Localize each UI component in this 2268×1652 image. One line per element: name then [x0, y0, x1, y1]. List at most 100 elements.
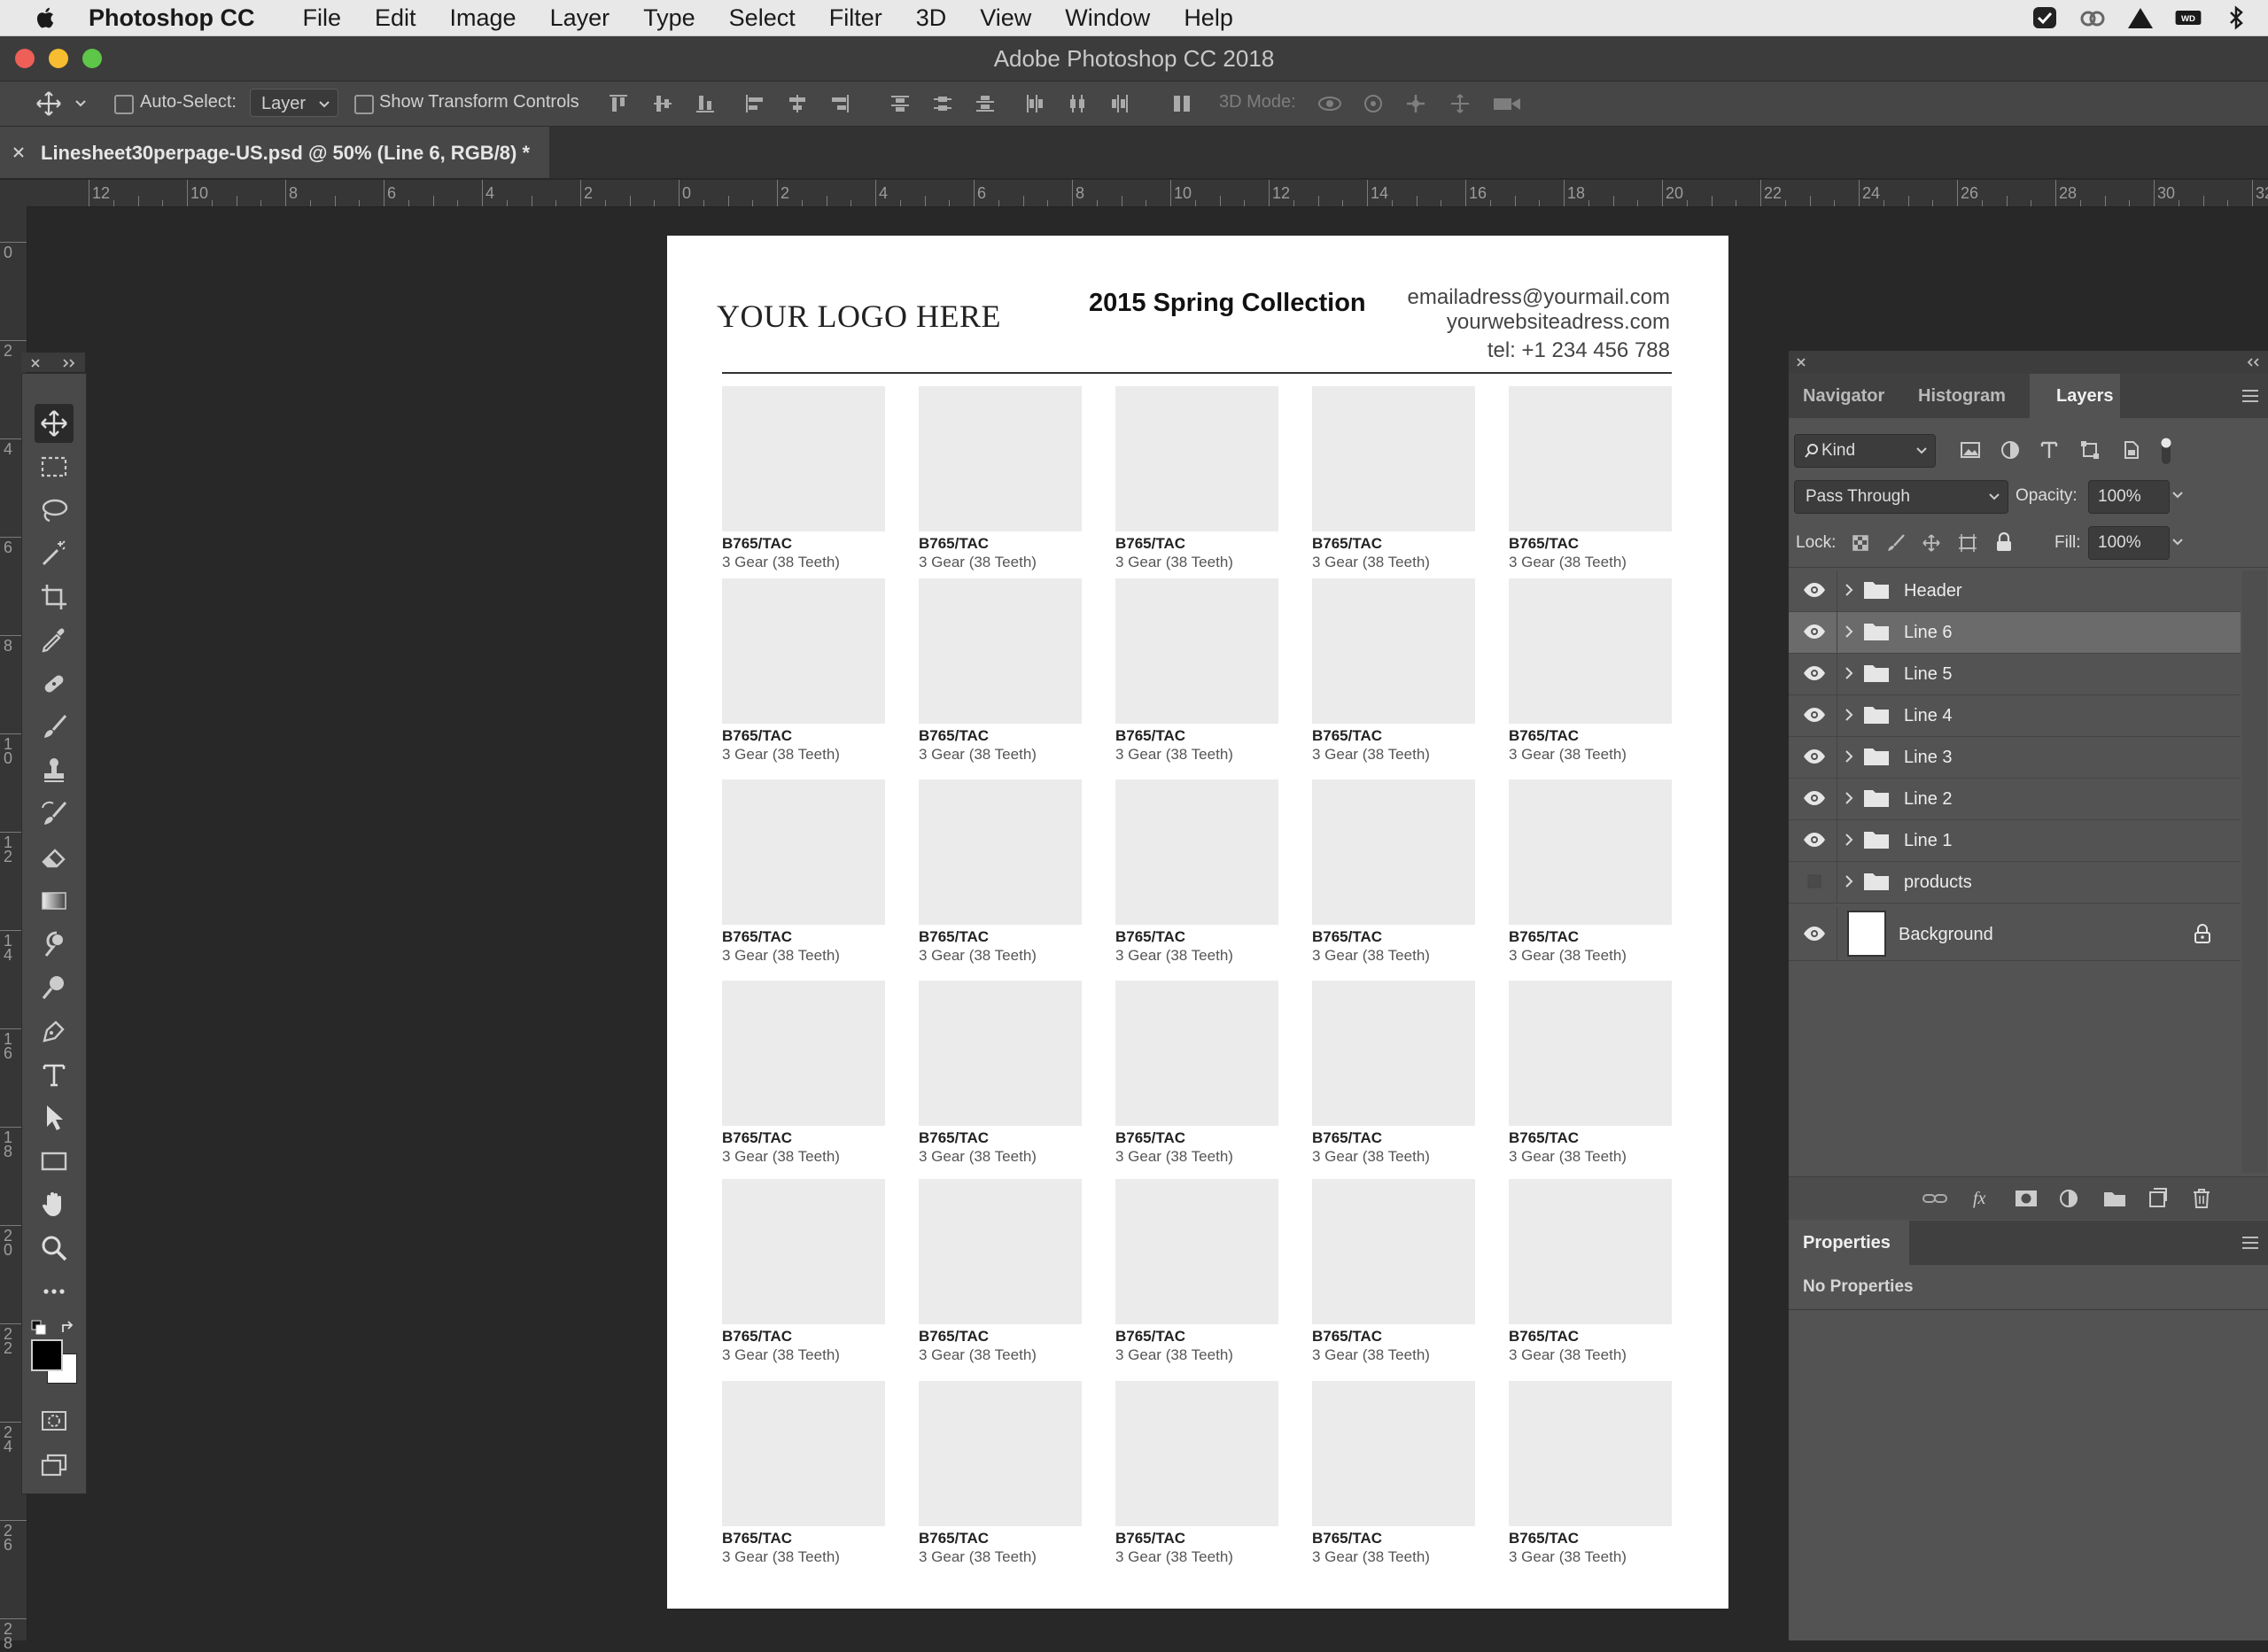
healing-brush-tool[interactable]	[35, 664, 74, 703]
eyedropper-tool[interactable]	[35, 621, 74, 660]
layer-row[interactable]: Line 3	[1789, 737, 2241, 779]
expand-group-toggle[interactable]	[1844, 748, 1854, 764]
link-layers-icon[interactable]	[1922, 1188, 1948, 1209]
rectangular-marquee-tool[interactable]	[35, 447, 74, 486]
move-tool-preset-icon[interactable]	[35, 90, 62, 117]
opacity-chevron-icon[interactable]	[2171, 491, 2184, 500]
filter-adjustment-icon[interactable]	[2000, 439, 2021, 461]
menu-edit[interactable]: Edit	[375, 4, 416, 32]
layer-row[interactable]: Line 4	[1789, 695, 2241, 737]
tab-properties[interactable]: Properties	[1789, 1221, 1909, 1265]
pen-tool[interactable]	[35, 1012, 74, 1051]
menu-window[interactable]: Window	[1065, 4, 1150, 32]
bluetooth-icon[interactable]	[2222, 4, 2250, 31]
lasso-tool[interactable]	[35, 491, 74, 530]
crop-tool[interactable]	[35, 578, 74, 617]
expand-group-toggle[interactable]	[1844, 624, 1854, 640]
distribute-bottom-edges-icon[interactable]	[975, 93, 996, 114]
menu-app-name[interactable]: Photoshop CC	[89, 4, 254, 32]
distribute-horizontal-centers-icon[interactable]	[1067, 93, 1088, 114]
swap-colors-icon[interactable]	[59, 1320, 77, 1336]
menu-select[interactable]: Select	[729, 4, 796, 32]
layer-visibility-toggle[interactable]	[1803, 789, 1826, 807]
distribute-top-edges-icon[interactable]	[889, 93, 911, 114]
rectangle-tool[interactable]	[35, 1142, 74, 1181]
layer-visibility-toggle[interactable]	[1803, 748, 1826, 765]
filter-type-icon[interactable]	[2039, 439, 2060, 461]
warning-triangle-icon[interactable]	[2126, 4, 2155, 31]
align-left-edges-icon[interactable]	[744, 93, 765, 114]
layer-filter-dropdown[interactable]: Kind	[1794, 434, 1936, 468]
brush-tool[interactable]	[35, 708, 74, 747]
layer-row[interactable]: products	[1789, 862, 2241, 904]
magic-wand-tool[interactable]	[35, 534, 74, 573]
layer-style-fx-icon[interactable]: fx	[1971, 1186, 1998, 1211]
tab-histogram[interactable]: Histogram	[1918, 386, 2006, 407]
tab-navigator[interactable]: Navigator	[1803, 386, 1884, 407]
dodge-tool[interactable]	[35, 968, 74, 1007]
zoom-tool[interactable]	[35, 1229, 74, 1268]
lock-artboard-icon[interactable]	[1957, 533, 1978, 553]
align-bottom-edges-icon[interactable]	[695, 93, 716, 114]
layer-row[interactable]: Line 6	[1789, 612, 2241, 654]
show-transform-checkbox[interactable]	[354, 95, 374, 114]
delete-layer-icon[interactable]	[2191, 1187, 2212, 1210]
expand-group-toggle[interactable]	[1844, 832, 1854, 848]
layer-visibility-toggle[interactable]	[1803, 664, 1826, 682]
blend-mode-dropdown[interactable]: Pass Through	[1794, 480, 2008, 514]
3d-roll-icon[interactable]	[1363, 93, 1384, 114]
lock-transparent-pixels-icon[interactable]	[1851, 533, 1870, 553]
quick-mask-button[interactable]	[35, 1401, 74, 1440]
opacity-field[interactable]: 100%	[2088, 480, 2170, 514]
distribute-left-edges-icon[interactable]	[1024, 93, 1045, 114]
foreground-color-swatch[interactable]	[31, 1339, 63, 1371]
apple-icon[interactable]	[34, 5, 55, 30]
align-horizontal-centers-icon[interactable]	[787, 93, 808, 114]
creative-cloud-icon[interactable]	[2078, 4, 2107, 31]
panel-menu-icon[interactable]	[2241, 1235, 2260, 1251]
layer-row[interactable]: Background	[1789, 907, 2241, 961]
chevron-down-icon[interactable]	[74, 99, 87, 108]
align-top-edges-icon[interactable]	[608, 93, 629, 114]
expand-group-toggle[interactable]	[1844, 707, 1854, 723]
3d-pan-icon[interactable]	[1405, 93, 1426, 114]
close-panel-icon[interactable]	[30, 358, 41, 368]
path-selection-tool[interactable]	[35, 1098, 74, 1137]
lock-image-pixels-icon[interactable]	[1886, 533, 1906, 553]
expand-group-toggle[interactable]	[1844, 665, 1854, 681]
expand-group-toggle[interactable]	[1844, 873, 1854, 889]
eraser-tool[interactable]	[35, 838, 74, 877]
auto-align-layers-icon[interactable]	[1171, 93, 1192, 114]
move-tool[interactable]	[35, 404, 74, 443]
wd-drive-icon[interactable]: WD	[2174, 4, 2202, 31]
filter-smart-object-icon[interactable]	[2120, 439, 2141, 461]
blur-tool[interactable]	[35, 925, 74, 964]
add-mask-icon[interactable]	[2014, 1188, 2039, 1209]
adjustment-layer-icon[interactable]	[2058, 1188, 2083, 1211]
tools-panel-header[interactable]	[21, 353, 85, 372]
menu-layer[interactable]: Layer	[550, 4, 610, 32]
layer-visibility-toggle[interactable]	[1803, 873, 1826, 890]
menu-3d[interactable]: 3D	[916, 4, 947, 32]
distribute-right-edges-icon[interactable]	[1109, 93, 1130, 114]
layer-visibility-toggle[interactable]	[1803, 925, 1826, 942]
lock-all-icon[interactable]	[1994, 531, 2014, 553]
lock-position-icon[interactable]	[1922, 533, 1941, 553]
history-brush-tool[interactable]	[35, 795, 74, 834]
fill-chevron-icon[interactable]	[2171, 538, 2184, 547]
hand-tool[interactable]	[35, 1185, 74, 1224]
filter-pixel-icon[interactable]	[1959, 439, 1982, 461]
document-canvas[interactable]: YOUR LOGO HERE 2015 Spring Collection em…	[667, 236, 1728, 1609]
layer-visibility-toggle[interactable]	[1803, 706, 1826, 724]
align-vertical-centers-icon[interactable]	[652, 93, 673, 114]
distribute-vertical-centers-icon[interactable]	[932, 93, 953, 114]
document-tab[interactable]: Linesheet30perpage-US.psd @ 50% (Line 6,…	[0, 127, 549, 178]
menu-file[interactable]: File	[302, 4, 341, 32]
layer-row[interactable]: Line 1	[1789, 820, 2241, 862]
default-colors-icon[interactable]	[31, 1320, 47, 1336]
layer-visibility-toggle[interactable]	[1803, 581, 1826, 599]
checkmark-status-icon[interactable]	[2031, 4, 2059, 31]
auto-select-dropdown[interactable]: Layer	[250, 89, 338, 117]
panel-menu-icon[interactable]	[2241, 388, 2260, 404]
menu-help[interactable]: Help	[1184, 4, 1233, 32]
